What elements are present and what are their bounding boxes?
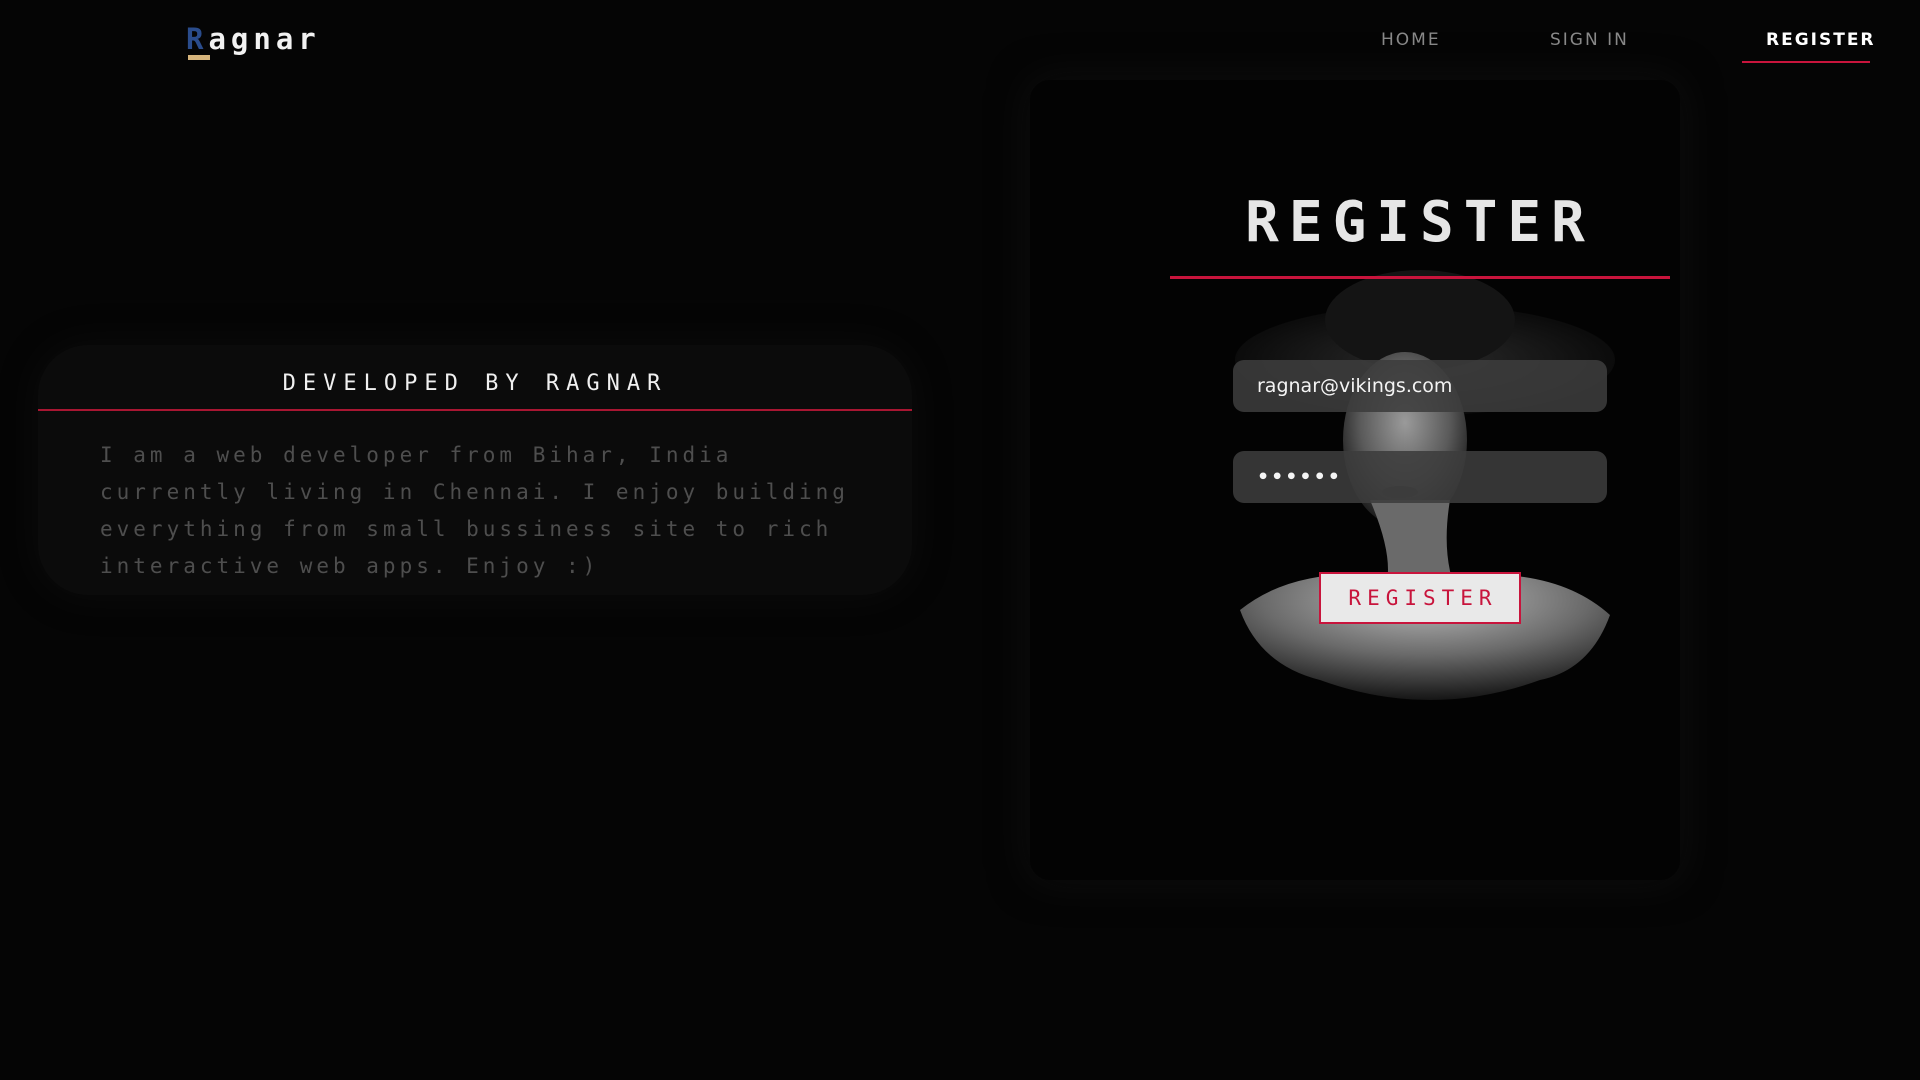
about-text: I am a web developer from Bihar, India c… [100, 443, 849, 578]
logo[interactable]: Ragnar [186, 22, 321, 56]
nav-sign-in-link[interactable]: SIGN IN [1550, 30, 1629, 50]
register-heading-divider [1170, 276, 1670, 279]
about-card: DEVELOPED BY RAGNAR I am a web developer… [38, 345, 912, 595]
register-heading: REGISTER [1245, 190, 1595, 255]
nav-register-link[interactable]: REGISTER [1766, 30, 1876, 50]
logo-underline [188, 55, 210, 60]
password-field[interactable] [1233, 451, 1607, 503]
logo-rest: agnar [208, 22, 321, 56]
logo-first-letter: R [186, 22, 209, 56]
about-divider [38, 409, 912, 411]
register-button[interactable]: REGISTER [1319, 572, 1521, 624]
nav-home-link[interactable]: HOME [1381, 30, 1441, 50]
email-field[interactable] [1233, 360, 1607, 412]
about-title: DEVELOPED BY RAGNAR [282, 371, 668, 396]
page: Ragnar HOME SIGN IN REGISTER DEVELOPED B… [0, 0, 1920, 1080]
nav-active-indicator [1742, 61, 1870, 63]
